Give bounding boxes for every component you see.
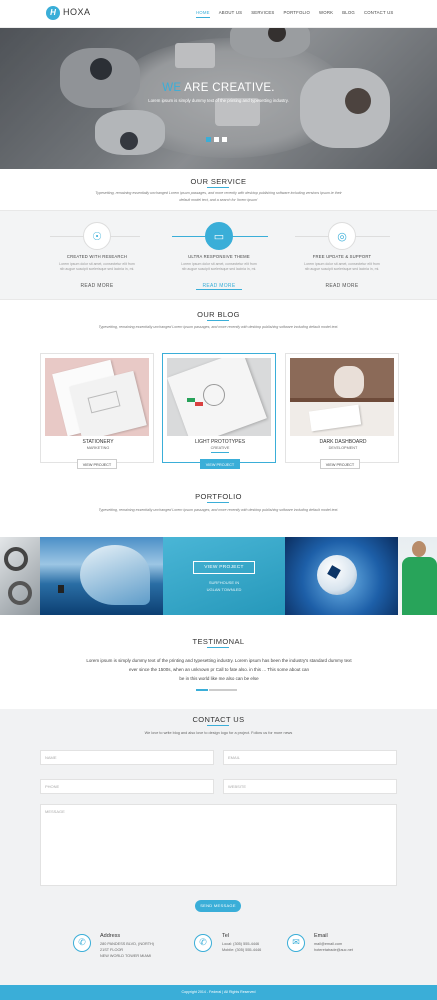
blog-card-category: MARKETING [86, 446, 110, 450]
blog-card[interactable]: STATIONERY MARKETING [40, 353, 154, 463]
testimonial-line: ever since the 1500s, when an unknown pr… [128, 667, 310, 672]
blog-image-prototypes [167, 358, 271, 436]
email-icon: ✉ [287, 934, 305, 952]
view-project-button[interactable]: VIEW PROJECT [320, 459, 360, 469]
tel-lines: Local: (305) 555-4446 Mobile: (305) 555-… [222, 941, 261, 953]
service-item-desc: Lorem ipsum dolor sit amet, consectetur … [304, 262, 380, 271]
tel-title: Tel [222, 933, 230, 939]
testimonial-text: Lorem ipsum is simply dummy text of the … [68, 656, 370, 683]
blog-image-dark-dashboard [290, 358, 394, 436]
slider-dot-1[interactable] [206, 137, 211, 142]
hero-subtitle: Lorem ipsum is simply dummy text of the … [148, 98, 289, 103]
service-desc: Typesetting, remaining essentially uncha… [95, 191, 342, 202]
email-title: Email [314, 933, 328, 939]
view-project-button[interactable]: VIEW PROJECT [77, 459, 117, 469]
nav-about-us[interactable]: ABOUT US [219, 10, 243, 18]
address-line: NEW WORLD TOWER MIAMI [100, 954, 152, 958]
email-field[interactable]: EMAIL [223, 750, 397, 765]
read-more-link[interactable]: READ MORE [52, 283, 142, 289]
logo-text[interactable]: HOXA [63, 7, 91, 17]
portfolio-title: PORTFOLIO [195, 492, 242, 501]
portfolio-strip: VIEW PROJECT SURFHOUSE IN UGLAN TOWNLED [0, 537, 437, 615]
hero-title-rest: ARE CREATIVE. [181, 82, 275, 94]
monitor-icon: ▭ [205, 222, 233, 250]
read-more-link[interactable]: READ MORE [196, 283, 242, 290]
slider-dots [206, 137, 227, 142]
logo-icon[interactable]: H [46, 6, 60, 20]
service-item-desc: Lorem ipsum dolor sit amet, consectetur … [181, 262, 257, 271]
blog-image-stationery [45, 358, 149, 436]
main-nav: HOME ABOUT US SERVICES PORTFOLIO WORK BL… [196, 10, 403, 18]
message-field[interactable]: MESSAGE [40, 804, 397, 886]
blog-title: OUR BLOG [197, 310, 240, 319]
portfolio-title-underline [207, 502, 229, 503]
portfolio-tile[interactable] [0, 537, 40, 615]
service-item-desc: Lorem ipsum dolor sit amet, consectetur … [59, 262, 135, 271]
phone-icon: ✆ [194, 934, 212, 952]
blog-card-category: CREATIVE [210, 446, 230, 450]
site-header: H HOXA HOME ABOUT US SERVICES PORTFOLIO … [0, 0, 437, 28]
nav-services[interactable]: SERVICES [251, 10, 274, 18]
footer-copyright: Copyright 2014 - Federal | All Rights Re… [0, 985, 437, 1000]
nav-portfolio[interactable]: PORTFOLIO [283, 10, 310, 18]
address-title: Address [100, 933, 121, 939]
send-message-button[interactable]: SEND MESSAGE [195, 900, 241, 912]
testimonial-line: Lorem ipsum is simply dummy text of the … [86, 658, 352, 663]
blog-card-title[interactable]: LIGHT PROTOTYPES [163, 439, 277, 445]
service-title: OUR SERVICE [190, 177, 247, 186]
blog-card-category: DEVELOPMENT [328, 446, 358, 450]
view-project-button[interactable]: VIEW PROJECT [200, 459, 240, 469]
testimonial-indicator[interactable] [209, 689, 237, 691]
email-lines: mail@email.com hoteretatrade@auc.net [314, 941, 353, 953]
contact-desc: We love to write blog and also love to d… [144, 731, 293, 735]
testimonial-title: TESTIMONAL [192, 637, 245, 646]
website-field[interactable]: WEBSITE [223, 779, 397, 794]
service-item-title: FREE UPDATE & SUPPORT [312, 254, 372, 259]
slider-dot-3[interactable] [222, 137, 227, 142]
portfolio-tile[interactable] [398, 537, 437, 615]
contact-title-underline [207, 725, 229, 726]
testimonial-title-underline [207, 647, 229, 648]
testimonial-line: be in this world like me also can be els… [179, 676, 259, 681]
blog-card[interactable]: LIGHT PROTOTYPES CREATIVE [162, 353, 276, 463]
service-item-title: ULTRA RESPONSIVE THEME [188, 254, 250, 259]
nav-contact-us[interactable]: CONTACT US [364, 10, 394, 18]
hero-title: WE ARE CREATIVE. [0, 82, 437, 94]
portfolio-overlay-line2: UGLAN TOWNLED [206, 587, 242, 592]
address-phone-icon: ✆ [73, 934, 91, 952]
blog-title-underline [207, 320, 229, 321]
address-lines: 280 PANDESS BLVD, (NORTH) 21ST FLOOR NEW… [100, 941, 154, 959]
hero-slider: WE ARE CREATIVE. Lorem ipsum is simply d… [0, 28, 437, 169]
portfolio-view-project-button[interactable]: VIEW PROJECT [193, 561, 255, 574]
service-item-title: CREATED WITH RESEARCH [66, 254, 128, 259]
tel-line: Mobile: (305) 555-4446 [222, 948, 262, 952]
bulb-icon: ☉ [83, 222, 111, 250]
email-line[interactable]: hoteretatrade@auc.net [314, 947, 353, 953]
portfolio-tile-hover[interactable]: VIEW PROJECT SURFHOUSE IN UGLAN TOWNLED [163, 537, 285, 615]
hero-title-highlight: WE [162, 82, 182, 94]
nav-home[interactable]: HOME [196, 10, 210, 18]
blog-card-title[interactable]: DARK DASHBOARD [286, 439, 400, 445]
contact-title: CONTACT US [192, 715, 245, 724]
phone-field[interactable]: PHONE [40, 779, 214, 794]
name-field[interactable]: NAME [40, 750, 214, 765]
blog-card-title[interactable]: STATIONERY [41, 439, 155, 445]
portfolio-tile[interactable] [40, 537, 163, 615]
blog-card[interactable]: DARK DASHBOARD DEVELOPMENT [285, 353, 399, 463]
blog-desc: Typesetting, remaining essentially uncha… [98, 325, 339, 329]
target-icon: ◎ [328, 222, 356, 250]
portfolio-tile[interactable] [285, 537, 398, 615]
testimonial-indicator-active[interactable] [196, 689, 208, 691]
portfolio-overlay-line1: SURFHOUSE IN [208, 580, 240, 585]
read-more-link[interactable]: READ MORE [297, 283, 387, 289]
portfolio-desc: Typesetting, remaining essentially uncha… [98, 508, 339, 512]
slider-dot-2[interactable] [214, 137, 219, 142]
service-title-underline [207, 187, 229, 188]
nav-work[interactable]: WORK [319, 10, 333, 18]
nav-blog[interactable]: BLOG [342, 10, 355, 18]
